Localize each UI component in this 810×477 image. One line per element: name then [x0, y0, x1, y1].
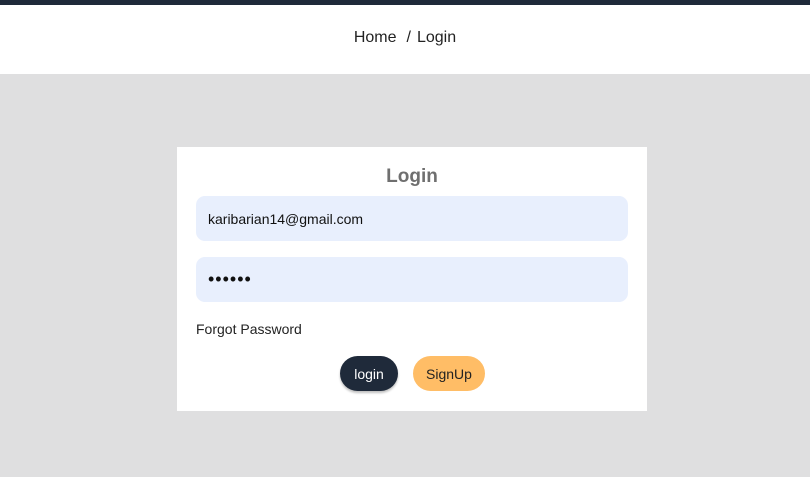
header: Home / Login	[0, 5, 810, 74]
signup-button[interactable]: SignUp	[413, 356, 485, 391]
login-button[interactable]: login	[340, 356, 398, 391]
login-card: Login Forgot Password login SignUp	[177, 147, 647, 411]
breadcrumb-current: Login	[416, 29, 457, 46]
breadcrumb-home-link[interactable]: Home	[354, 29, 397, 47]
breadcrumb: Home / Login	[354, 29, 456, 47]
password-input[interactable]	[196, 257, 628, 302]
breadcrumb-separator: /	[406, 29, 411, 46]
forgot-password-link[interactable]: Forgot Password	[196, 321, 302, 337]
email-input[interactable]	[196, 196, 628, 241]
login-title: Login	[386, 166, 438, 187]
